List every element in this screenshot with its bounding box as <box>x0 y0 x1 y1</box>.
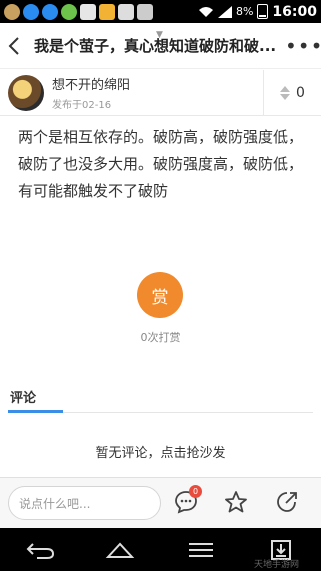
reward-button[interactable]: 赏 <box>137 272 183 318</box>
app-avatar-icon <box>4 3 20 20</box>
vote-count: 0 <box>296 84 305 101</box>
author-row: 想不开的绵阳 发布于02-16 0 <box>0 69 321 116</box>
comment-input[interactable]: 说点什么吧... <box>8 486 161 520</box>
battery-percent: 8% <box>235 5 254 18</box>
share-icon <box>277 492 297 512</box>
status-bar: 8% 16:00 <box>0 0 321 23</box>
nav-back-button[interactable] <box>20 533 60 567</box>
home-icon <box>106 542 135 558</box>
back-arrow-icon <box>26 542 55 559</box>
menu-icon <box>188 542 213 557</box>
post-date: 发布于02-16 <box>52 100 112 111</box>
notification-icons <box>4 3 153 20</box>
map-icon <box>80 3 96 20</box>
tab-comments[interactable]: 评论 <box>10 387 36 406</box>
favorite-button[interactable] <box>222 488 250 516</box>
chevron-down-icon: ▼ <box>156 30 163 40</box>
avatar[interactable] <box>8 74 44 111</box>
wifi-icon <box>198 6 213 17</box>
clock: 16:00 <box>272 3 317 20</box>
downvote-icon[interactable] <box>280 93 291 100</box>
browser-icon <box>61 3 77 20</box>
game-icon <box>99 3 115 20</box>
qq-icon <box>23 3 39 20</box>
bottom-action-bar: 说点什么吧... 0 <box>0 477 321 528</box>
nav-menu-button[interactable] <box>181 533 221 567</box>
battery-icon <box>257 4 269 19</box>
tab-indicator <box>8 410 63 413</box>
image-icon <box>118 3 134 20</box>
chevron-left-icon <box>8 36 19 55</box>
comment-count-badge: 0 <box>189 485 202 498</box>
vote-arrows-icon[interactable] <box>280 85 291 100</box>
author-info: 想不开的绵阳 发布于02-16 <box>52 74 130 111</box>
share-button[interactable] <box>273 488 301 516</box>
comment-button[interactable]: 0 <box>172 485 202 516</box>
signal-icon <box>217 5 232 18</box>
star-icon <box>225 491 247 513</box>
empty-comments-message[interactable]: 暂无评论，点击抢沙发 <box>0 442 321 461</box>
back-button[interactable] <box>0 23 28 69</box>
download-icon <box>137 3 153 20</box>
post-body: 两个是相互依存的。破防高，破防强度低，破防了也没多大用。破防强度高，破防低，有可… <box>18 128 304 200</box>
author-name[interactable]: 想不开的绵阳 <box>52 74 130 93</box>
qq-icon <box>42 3 58 20</box>
more-button[interactable]: ••• <box>285 34 321 58</box>
vote-control[interactable]: 0 <box>263 69 321 116</box>
reward-count: 0次打赏 <box>140 331 181 344</box>
upvote-icon[interactable] <box>280 85 291 92</box>
watermark: 天地手游网 <box>253 560 299 570</box>
nav-home-button[interactable] <box>100 533 140 567</box>
